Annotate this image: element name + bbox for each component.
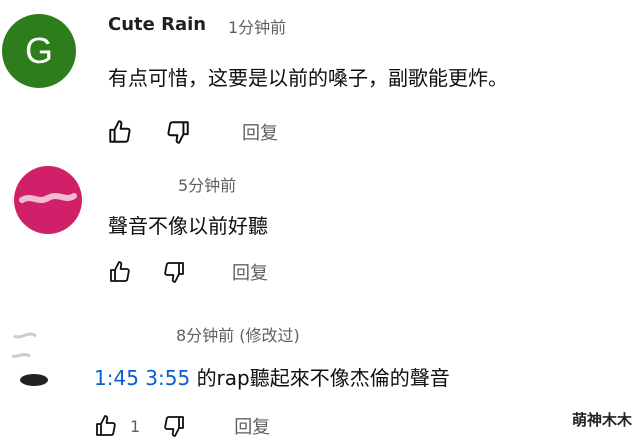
comment-text-body: 的rap聽起來不像杰倫的聲音 bbox=[196, 366, 450, 390]
thumb-up-icon[interactable] bbox=[106, 258, 134, 286]
thumb-down-icon[interactable] bbox=[160, 258, 188, 286]
reply-button[interactable]: 回复 bbox=[232, 259, 268, 285]
comment-2: 5分钟前 聲音不像以前好聽 回复 bbox=[0, 160, 640, 300]
thumb-up-icon[interactable] bbox=[92, 412, 120, 440]
comment-time[interactable]: 5分钟前 bbox=[178, 172, 236, 196]
avatar[interactable] bbox=[14, 166, 82, 234]
comment-actions: 回复 bbox=[106, 258, 268, 286]
reply-button[interactable]: 回复 bbox=[242, 119, 278, 145]
comment-time[interactable]: 8分钟前 (修改过) bbox=[176, 322, 300, 346]
comment-1: G Cute Rain 1分钟前 有点可惜，这要是以前的嗓子，副歌能更炸。 回复 bbox=[0, 0, 640, 160]
thumb-down-icon[interactable] bbox=[160, 412, 188, 440]
avatar[interactable]: G bbox=[2, 14, 76, 88]
reply-button[interactable]: 回复 bbox=[234, 413, 270, 439]
watermark: 萌神木木 bbox=[571, 411, 632, 429]
comment-text: 聲音不像以前好聽 bbox=[108, 214, 268, 238]
comment-actions: 回复 bbox=[106, 118, 278, 146]
comment-text: 有点可惜，这要是以前的嗓子，副歌能更炸。 bbox=[108, 66, 508, 90]
timestamp-link[interactable]: 3:55 bbox=[145, 366, 190, 390]
thumb-up-icon[interactable] bbox=[106, 118, 134, 146]
comment-3: 8分钟前 (修改过) 1:45 3:55 的rap聽起來不像杰倫的聲音 1 回复 bbox=[0, 300, 640, 444]
thumb-down-icon[interactable] bbox=[164, 118, 192, 146]
comment-time[interactable]: 1分钟前 bbox=[228, 14, 286, 38]
comment-actions: 1 回复 bbox=[92, 412, 270, 440]
like-count: 1 bbox=[130, 416, 141, 436]
timestamp-link[interactable]: 1:45 bbox=[94, 366, 139, 390]
avatar-letter: G bbox=[24, 30, 53, 71]
avatar[interactable] bbox=[4, 316, 76, 388]
comment-author[interactable]: Cute Rain bbox=[108, 14, 206, 35]
comment-text: 1:45 3:55 的rap聽起來不像杰倫的聲音 bbox=[94, 362, 450, 391]
